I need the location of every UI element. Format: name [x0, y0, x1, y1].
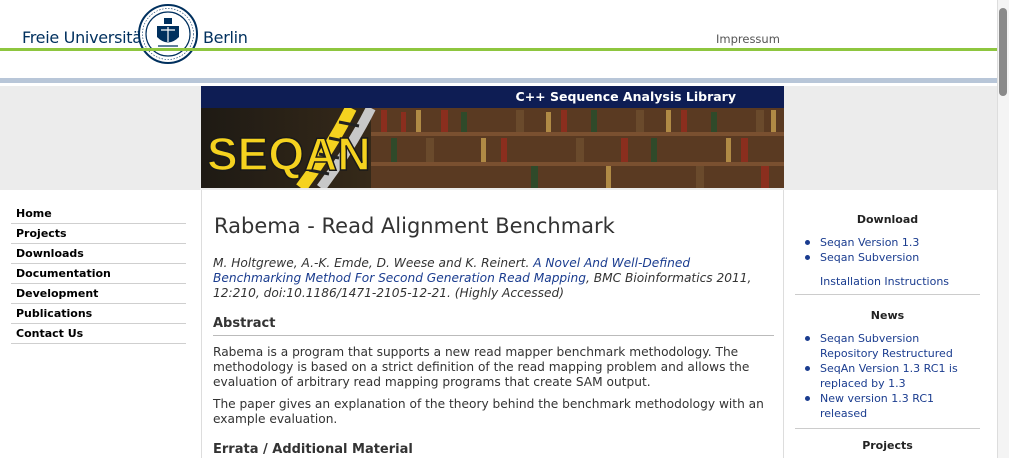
page-title: Rabema - Read Alignment Benchmark — [214, 214, 615, 238]
blue-divider — [0, 78, 997, 83]
errata-heading: Errata / Additional Material — [213, 442, 413, 457]
sidebar-divider — [795, 428, 980, 429]
news-item[interactable]: New version 1.3 RC1 released — [795, 391, 980, 421]
seqan-library-image: SEQAN — [201, 108, 784, 188]
sidebar-divider — [795, 294, 980, 295]
green-divider — [0, 48, 997, 51]
news-item[interactable]: Seqan Subversion Repository Restructured — [795, 331, 980, 361]
abstract-heading: Abstract — [213, 316, 276, 331]
bookshelf-books — [371, 108, 784, 188]
nav-item-home[interactable]: Home — [11, 205, 186, 224]
university-seal-icon — [138, 2, 198, 66]
seqan-logo-text: SEQAN — [207, 128, 371, 180]
banner-title: C++ Sequence Analysis Library — [515, 89, 736, 104]
citation: M. Holtgrewe, A.-K. Emde, D. Weese and K… — [213, 256, 768, 301]
download-seqan-1-3[interactable]: Seqan Version 1.3 — [795, 235, 980, 250]
nav-item-publications[interactable]: Publications — [11, 305, 186, 324]
download-heading: Download — [856, 213, 919, 226]
news-item[interactable]: SeqAn Version 1.3 RC1 is replaced by 1.3 — [795, 361, 980, 391]
abstract-divider — [213, 335, 774, 336]
projects-heading: Projects — [862, 439, 913, 452]
banner-titlebar: C++ Sequence Analysis Library — [201, 86, 784, 108]
news-list: Seqan Subversion Repository Restructured… — [795, 331, 980, 421]
nav-item-projects[interactable]: Projects — [11, 225, 186, 244]
news-heading: News — [870, 309, 905, 322]
download-seqan-subversion[interactable]: Seqan Subversion — [795, 250, 980, 265]
nav-item-downloads[interactable]: Downloads — [11, 245, 186, 264]
abstract-paragraph-1: Rabema is a program that supports a new … — [213, 345, 750, 389]
main-content: Rabema - Read Alignment Benchmark M. Hol… — [201, 190, 784, 458]
brand-left: Freie Universität — [22, 28, 148, 47]
brand-right: Berlin — [203, 28, 248, 47]
nav-item-development[interactable]: Development — [11, 285, 186, 304]
left-nav: Home Projects Downloads Documentation De… — [11, 205, 186, 345]
scrollbar-thumb[interactable] — [999, 8, 1007, 96]
abstract-paragraph-2: The paper gives an explanation of the th… — [213, 397, 764, 426]
download-list: Seqan Version 1.3 Seqan Subversion — [795, 235, 980, 265]
seqan-banner: C++ Sequence Analysis Library SEQAN — [201, 86, 784, 188]
right-sidebar: Download Seqan Version 1.3 Seqan Subvers… — [795, 190, 980, 452]
citation-authors: M. Holtgrewe, A.-K. Emde, D. Weese and K… — [213, 256, 530, 270]
nav-item-contact-us[interactable]: Contact Us — [11, 325, 186, 344]
nav-item-documentation[interactable]: Documentation — [11, 265, 186, 284]
impressum-link[interactable]: Impressum — [716, 32, 780, 46]
installation-instructions-link[interactable]: Installation Instructions — [795, 275, 980, 288]
